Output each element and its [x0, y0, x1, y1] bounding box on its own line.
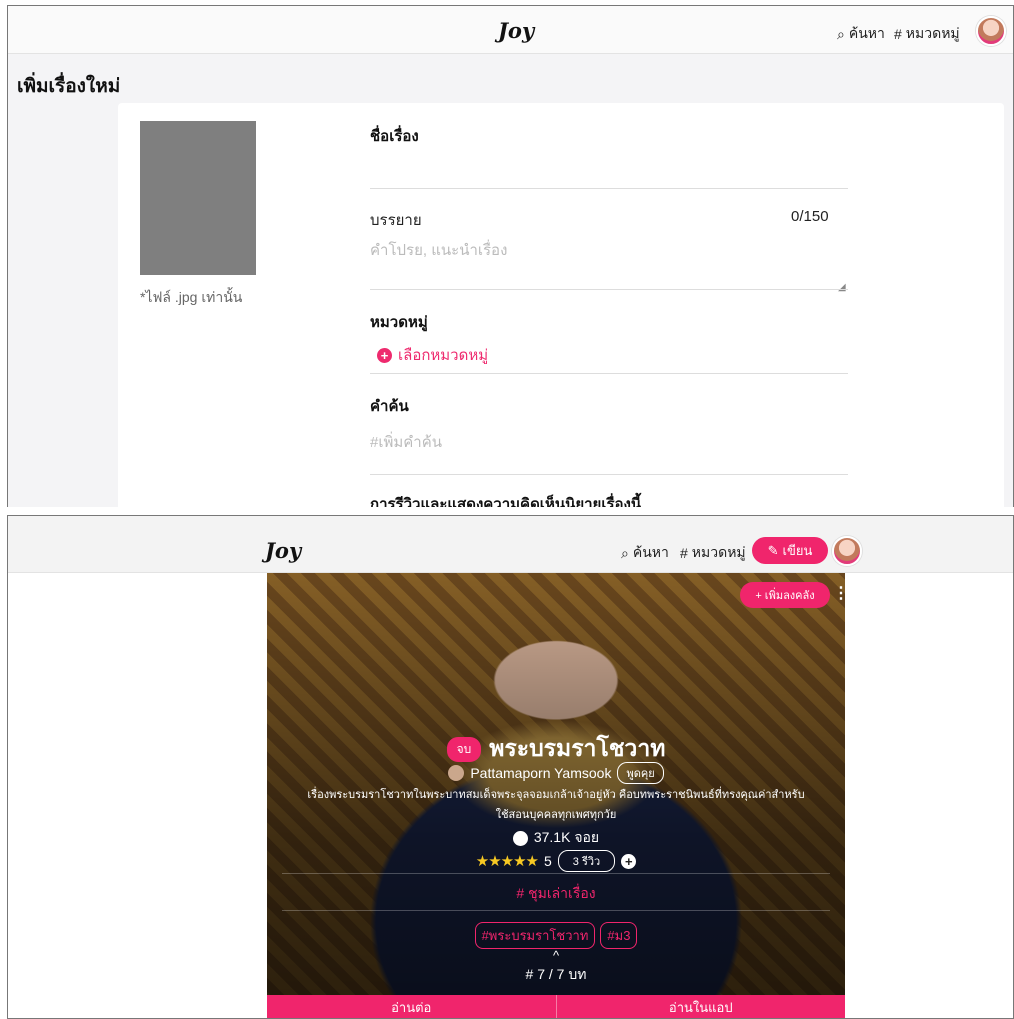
- brand-logo[interactable]: Joy: [265, 538, 301, 563]
- read-in-app-button[interactable]: อ่านในแอป: [557, 995, 846, 1018]
- title-label: ชื่อเรื่อง: [370, 128, 419, 145]
- story-description: เรื่องพระบรมราโชวาทในพระบาทสมเด็จพระจุลจ…: [307, 789, 805, 821]
- top-navbar: Joy ⌕ ค้นหา # หมวดหมู่: [8, 6, 1013, 54]
- add-review-icon[interactable]: +: [621, 853, 637, 869]
- pencil-icon: ✎: [767, 542, 779, 558]
- author-row: Pattamaporn Yamsook พูดคุย: [267, 762, 845, 784]
- divider: [370, 373, 848, 374]
- avatar[interactable]: [976, 16, 1006, 46]
- category-tag[interactable]: # ชุมเล่าเรื่อง: [267, 883, 845, 905]
- hashtag-icon: #: [680, 545, 688, 561]
- page-title: เพิ่มเรื่องใหม่: [17, 76, 121, 97]
- nav-search[interactable]: ⌕ ค้นหา: [837, 23, 885, 45]
- hashtag-icon: #: [894, 26, 902, 42]
- search-icon: ⌕: [837, 25, 845, 42]
- keyword-input[interactable]: #เพิ่มคำค้น: [370, 430, 442, 454]
- star-rating-icon: ★★★★★: [475, 853, 539, 870]
- views-row: 37.1K จอย: [267, 827, 845, 849]
- chat-button[interactable]: พูดคุย: [617, 762, 664, 784]
- cover-image-upload[interactable]: [140, 121, 256, 275]
- divider: [370, 474, 848, 475]
- status-badge: จบ: [446, 736, 482, 762]
- divider: [282, 910, 830, 911]
- nav-category-label: หมวดหมู่: [691, 544, 746, 560]
- tag-list: #พระบรมราโชวาท #ม3: [267, 922, 845, 949]
- rating-row: ★★★★★ 5 3 รีวิว +: [267, 850, 845, 872]
- author-name[interactable]: Pattamaporn Yamsook: [470, 765, 611, 781]
- description-count: 0/150: [791, 208, 829, 225]
- keyword-label: คำค้น: [370, 398, 409, 415]
- new-story-panel: Joy ⌕ ค้นหา # หมวดหมู่ เพิ่มเรื่องใหม่ *…: [7, 5, 1014, 509]
- cover-file-note: *ไฟล์ .jpg เท่านั้น: [140, 289, 243, 305]
- add-category-label: เลือกหมวดหมู่: [398, 347, 489, 364]
- title-input[interactable]: [370, 151, 848, 187]
- nav-category-label: หมวดหมู่: [905, 25, 960, 41]
- nav-category[interactable]: # หมวดหมู่: [680, 542, 746, 564]
- avatar[interactable]: [832, 536, 862, 566]
- search-icon: ⌕: [621, 544, 629, 561]
- story-cover-hero: + เพิ่มลงคลัง ⋮ จบ พระบรมราโชวาท Pattama…: [267, 573, 845, 1018]
- brand-logo[interactable]: Joy: [498, 18, 534, 43]
- nav-search[interactable]: ⌕ ค้นหา: [621, 542, 669, 564]
- joy-icon: [512, 830, 528, 846]
- chevron-up-icon[interactable]: ^: [267, 948, 845, 963]
- reviews-button[interactable]: 3 รีวิว: [557, 850, 616, 872]
- action-bar: อ่านต่อ อ่านในแอป: [267, 995, 846, 1018]
- nav-search-label: ค้นหา: [632, 544, 669, 560]
- write-label: เขียน: [782, 543, 813, 558]
- plus-circle-icon: +: [377, 347, 392, 363]
- chapter-count: # 7 / 7 บท: [525, 966, 587, 982]
- divider: [282, 873, 830, 874]
- tag-chip[interactable]: #ม3: [600, 922, 638, 949]
- bottom-navbar: Joy ⌕ ค้นหา # หมวดหมู่ ✎ เขียน: [8, 516, 1013, 573]
- resize-handle-icon[interactable]: ◢: [838, 282, 846, 293]
- add-to-library-button[interactable]: + เพิ่มลงคลัง: [740, 582, 830, 608]
- category-label: หมวดหมู่: [370, 314, 428, 331]
- description-textarea[interactable]: คำโปรย, แนะนำเรื่อง: [370, 238, 507, 262]
- views-count: 37.1K จอย: [533, 829, 600, 845]
- nav-search-label: ค้นหา: [848, 25, 885, 41]
- continue-reading-button[interactable]: อ่านต่อ: [267, 995, 557, 1018]
- more-options-icon[interactable]: ⋮: [833, 583, 845, 603]
- add-category-button[interactable]: + เลือกหมวดหมู่: [377, 343, 488, 367]
- description-label: บรรยาย: [370, 212, 422, 229]
- tag-chip[interactable]: #พระบรมราโชวาท: [474, 922, 596, 949]
- nav-category[interactable]: # หมวดหมู่: [894, 23, 960, 45]
- divider: [370, 188, 848, 189]
- story-detail-panel: Joy ⌕ ค้นหา # หมวดหมู่ ✎ เขียน + เพิ่มลง…: [7, 515, 1014, 1019]
- divider: [370, 289, 848, 290]
- rating-value: 5: [544, 853, 552, 869]
- write-button[interactable]: ✎ เขียน: [752, 537, 828, 564]
- author-avatar[interactable]: [448, 765, 465, 781]
